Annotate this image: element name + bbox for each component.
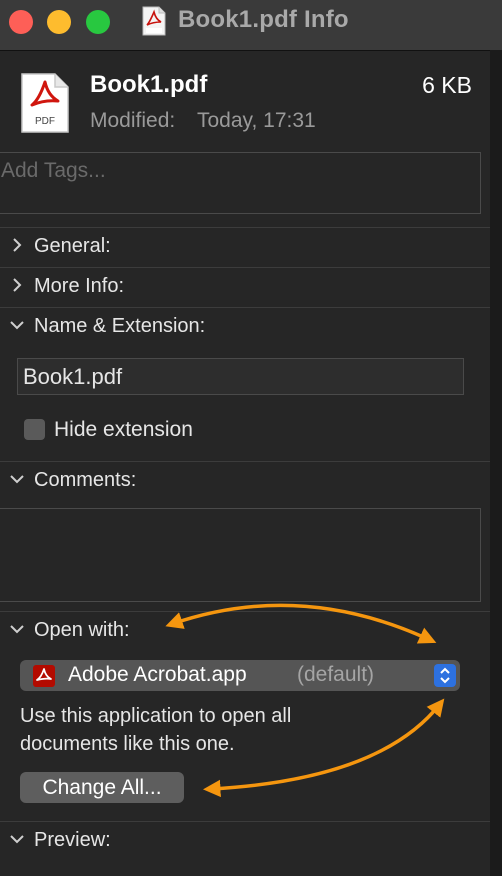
chevron-down-icon bbox=[10, 321, 24, 330]
divider bbox=[0, 307, 490, 308]
chevron-right-icon bbox=[13, 238, 22, 252]
file-name: Book1.pdf bbox=[90, 71, 208, 98]
hide-extension-checkbox[interactable] bbox=[24, 419, 45, 440]
modified-value: Today, 17:31 bbox=[197, 109, 316, 132]
change-all-button[interactable]: Change All... bbox=[20, 772, 184, 803]
zoom-window-button[interactable] bbox=[86, 10, 110, 34]
section-preview-label: Preview: bbox=[34, 829, 111, 851]
pdf-file-icon: PDF bbox=[21, 73, 69, 133]
divider bbox=[0, 611, 490, 612]
divider bbox=[0, 461, 490, 462]
comments-textarea[interactable] bbox=[0, 508, 481, 602]
section-more-info-label: More Info: bbox=[34, 275, 125, 297]
minimize-window-button[interactable] bbox=[47, 10, 71, 34]
pdf-icon-label: PDF bbox=[35, 116, 55, 127]
open-with-help-text: Use this application to open all documen… bbox=[20, 705, 292, 755]
add-tags-input[interactable]: Add Tags... bbox=[0, 152, 481, 214]
file-name-field[interactable]: Book1.pdf bbox=[17, 358, 464, 395]
section-general-label: General: bbox=[34, 235, 111, 257]
chevron-down-icon bbox=[10, 625, 24, 634]
chevron-down-icon bbox=[10, 835, 24, 844]
modified-label: Modified: bbox=[90, 109, 176, 132]
window-edge bbox=[490, 50, 502, 876]
section-comments-label: Comments: bbox=[34, 469, 137, 491]
section-name-extension[interactable]: Name & Extension: bbox=[0, 309, 490, 347]
title-bar: Book1.pdf Info bbox=[0, 0, 502, 51]
section-name-extension-label: Name & Extension: bbox=[34, 315, 206, 337]
chevron-down-icon bbox=[10, 475, 24, 484]
open-with-app-popup[interactable]: Adobe Acrobat.app (default) bbox=[20, 660, 460, 691]
divider bbox=[0, 821, 490, 822]
popup-arrows-icon bbox=[434, 664, 456, 687]
acrobat-app-icon bbox=[33, 665, 55, 687]
section-comments[interactable]: Comments: bbox=[0, 463, 490, 501]
section-general[interactable]: General: bbox=[0, 229, 490, 267]
hide-extension-label[interactable]: Hide extension bbox=[54, 418, 193, 442]
file-size: 6 KB bbox=[422, 72, 472, 98]
app-name: Adobe Acrobat.app bbox=[68, 663, 247, 686]
divider bbox=[0, 267, 490, 268]
divider bbox=[0, 227, 490, 228]
chevron-right-icon bbox=[13, 278, 22, 292]
pdf-document-icon bbox=[142, 6, 166, 36]
section-more-info[interactable]: More Info: bbox=[0, 269, 490, 307]
close-window-button[interactable] bbox=[9, 10, 33, 34]
section-open-with-label: Open with: bbox=[34, 619, 130, 641]
window-title: Book1.pdf Info bbox=[178, 6, 349, 33]
section-open-with[interactable]: Open with: bbox=[0, 613, 490, 651]
app-default-label: (default) bbox=[297, 663, 375, 686]
section-preview[interactable]: Preview: bbox=[0, 823, 490, 861]
